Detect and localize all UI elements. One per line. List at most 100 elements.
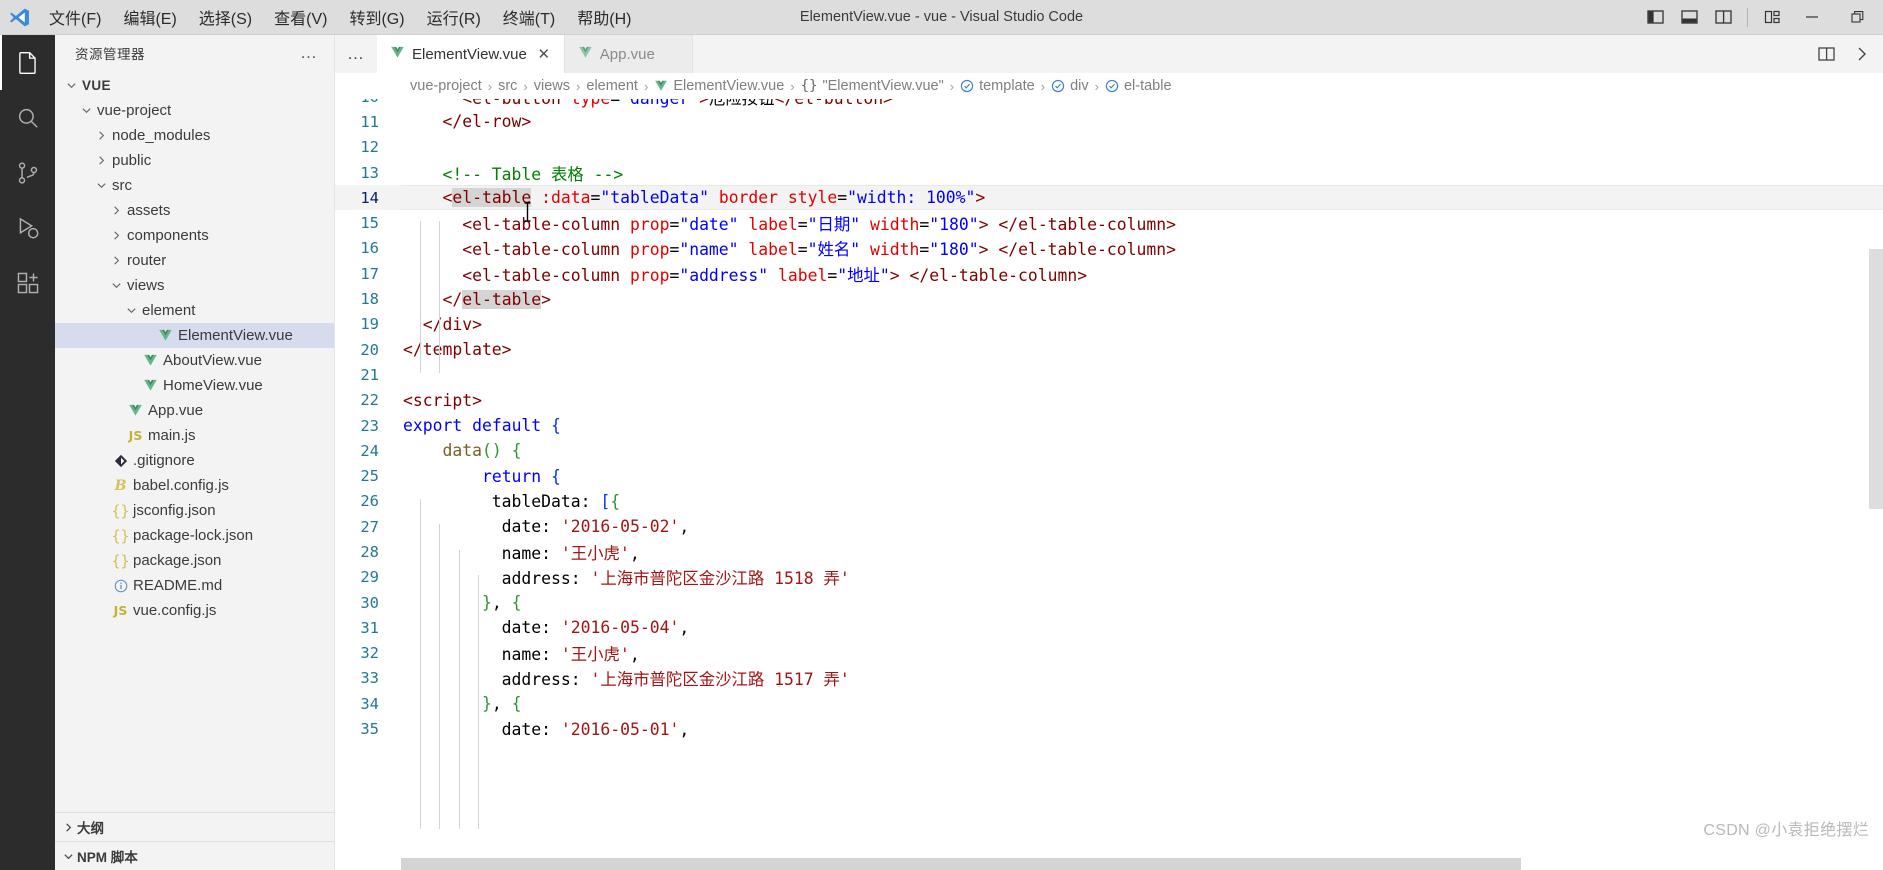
tree-item-vue-project[interactable]: vue-project (55, 98, 334, 123)
tree-item-package-json[interactable]: {} package.json (55, 548, 334, 573)
tree-item-public[interactable]: public (55, 148, 334, 173)
menu-go[interactable]: 转到(G) (338, 4, 415, 31)
code-line[interactable]: 28 name: '王小虎', (335, 539, 1883, 564)
code-line[interactable]: 23 export default { (335, 413, 1883, 438)
code-line[interactable]: 21 (335, 362, 1883, 387)
editor-more-actions-icon[interactable] (1847, 35, 1877, 73)
tree-item-babel-config-js[interactable]: Bbabel.config.js (55, 473, 334, 498)
tree-item-element[interactable]: element (55, 298, 334, 323)
chevron-right-icon (108, 255, 125, 266)
chevron-right-icon (108, 205, 125, 216)
code-line[interactable]: 27 date: '2016-05-02', (335, 514, 1883, 539)
breadcrumb-item-src[interactable]: src (496, 78, 519, 94)
menu-edit[interactable]: 编辑(E) (112, 4, 187, 31)
menu-selection[interactable]: 选择(S) (188, 4, 263, 31)
tree-item-components[interactable]: components (55, 223, 334, 248)
breadcrumb[interactable]: vue-project › src › views › element › ElementVie… (335, 73, 1883, 99)
customize-layout-icon[interactable] (1755, 0, 1789, 35)
tab-element-view-vue[interactable]: ElementView.vue ✕ (377, 35, 565, 73)
tree-item-views[interactable]: views (55, 273, 334, 298)
scrollbar-thumb[interactable] (1869, 249, 1883, 509)
code-line[interactable]: 33 address: '上海市普陀区金沙江路 1517 弄' (335, 666, 1883, 691)
code-line[interactable]: 34 }, { (335, 691, 1883, 716)
code-line[interactable]: 25 return { (335, 463, 1883, 488)
code-line-text: <el-table-column prop="name" label="姓名" … (403, 240, 1176, 260)
tree-item-vue[interactable]: VUE (55, 73, 334, 98)
line-number: 17 (360, 264, 379, 283)
tree-item-aboutview-vue[interactable]: AboutView.vue (55, 348, 334, 373)
code-line[interactable]: 26 tableData: [{ (335, 489, 1883, 514)
code-line[interactable]: 32 name: '王小虎', (335, 641, 1883, 666)
breadcrumb-item-template[interactable]: template (958, 78, 1037, 94)
breadcrumb-item-el-table[interactable]: el-table (1103, 78, 1174, 94)
code-line[interactable]: 19 </div> (335, 312, 1883, 337)
code-line[interactable]: 20 </template> (335, 337, 1883, 362)
minimize-button[interactable] (1789, 0, 1835, 35)
toggle-panel-icon[interactable] (1672, 0, 1706, 35)
code-line[interactable]: 22 <script> (335, 388, 1883, 413)
code-line[interactable]: 13 <!-- Table 表格 --> (335, 160, 1883, 185)
tab-app-vue[interactable]: App.vue ✕ (564, 35, 693, 73)
breadcrumb-item-elementview-vue[interactable]: ElementView.vue (652, 78, 786, 94)
activity-search[interactable] (0, 90, 55, 145)
tree-item-elementview-vue[interactable]: ElementView.vue (55, 323, 334, 348)
split-editor-icon[interactable] (1811, 35, 1841, 73)
activity-extensions[interactable] (0, 255, 55, 310)
scrollbar-thumb[interactable] (401, 858, 1521, 870)
tree-item-readme-md[interactable]: README.md (55, 573, 334, 598)
code-editor[interactable]: 10 <el-button type="danger">危险按钮</el-but… (335, 99, 1883, 858)
tab-close-icon[interactable]: ✕ (534, 45, 554, 63)
tree-item-main-js[interactable]: JS main.js (55, 423, 334, 448)
explorer-more-actions-icon[interactable]: … (300, 43, 326, 63)
tree-item-gitignore[interactable]: .gitignore (55, 448, 334, 473)
sidebar-section-outline[interactable]: 大纲 (55, 812, 334, 841)
code-line[interactable]: 17 <el-table-column prop="address" label… (335, 261, 1883, 286)
tree-item-label: src (112, 177, 132, 194)
code-line[interactable]: 35 date: '2016-05-01', (335, 716, 1883, 741)
activity-source-control[interactable] (0, 145, 55, 200)
tree-item-package-lock-json[interactable]: {} package-lock.json (55, 523, 334, 548)
file-tree[interactable]: VUE vue-project node_modules public src asset… (55, 71, 334, 812)
menu-help[interactable]: 帮助(H) (566, 4, 642, 31)
code-line[interactable]: 16 <el-table-column prop="name" label="姓… (335, 236, 1883, 261)
tree-item-assets[interactable]: assets (55, 198, 334, 223)
tabs-overflow-icon[interactable]: … (335, 35, 377, 73)
tree-item-jsconfig-json[interactable]: {} jsconfig.json (55, 498, 334, 523)
breadcrumb-item-div[interactable]: div (1049, 78, 1091, 94)
menu-terminal[interactable]: 终端(T) (492, 4, 566, 31)
code-line[interactable]: 30 }, { (335, 590, 1883, 615)
breadcrumb-item-elementview-vue[interactable]: {} "ElementView.vue" (799, 78, 946, 94)
activity-explorer[interactable] (0, 35, 55, 90)
code-line[interactable]: 10 <el-button type="danger">危险按钮</el-but… (335, 99, 1883, 109)
code-line[interactable]: 18 </el-table> (335, 286, 1883, 311)
tree-item-app-vue[interactable]: App.vue (55, 398, 334, 423)
tree-item-node-modules[interactable]: node_modules (55, 123, 334, 148)
tree-item-homeview-vue[interactable]: HomeView.vue (55, 373, 334, 398)
toggle-secondary-sidebar-icon[interactable] (1706, 0, 1740, 35)
breadcrumb-item-views[interactable]: views (532, 78, 572, 94)
menu-run[interactable]: 运行(R) (416, 4, 492, 31)
restore-button[interactable] (1835, 0, 1881, 35)
toggle-primary-sidebar-icon[interactable] (1638, 0, 1672, 35)
tree-item-vue-config-js[interactable]: JS vue.config.js (55, 598, 334, 623)
menu-file[interactable]: 文件(F) (38, 4, 112, 31)
breadcrumb-item-vue-project[interactable]: vue-project (408, 78, 484, 94)
code-line[interactable]: 15 <el-table-column prop="date" label="日… (335, 210, 1883, 235)
breadcrumb-item-element[interactable]: element (584, 78, 640, 94)
tree-item-router[interactable]: router (55, 248, 334, 273)
menu-view[interactable]: 查看(V) (263, 4, 338, 31)
code-line[interactable]: 12 (335, 135, 1883, 160)
code-line[interactable]: 24 data() { (335, 438, 1883, 463)
editor-vertical-scrollbar[interactable] (1869, 99, 1883, 858)
activity-run-and-debug[interactable] (0, 200, 55, 255)
sidebar-section-npm-scripts[interactable]: NPM 脚本 (55, 841, 334, 870)
code-line[interactable]: 31 date: '2016-05-04', (335, 615, 1883, 640)
code-line[interactable]: 29 address: '上海市普陀区金沙江路 1518 弄' (335, 565, 1883, 590)
line-number: 34 (360, 694, 379, 713)
tree-item-src[interactable]: src (55, 173, 334, 198)
code-line[interactable]: 11 </el-row> (335, 109, 1883, 134)
code-line[interactable]: 14 <el-table :data="tableData" border st… (335, 185, 1883, 211)
editor-horizontal-scrollbar[interactable] (335, 858, 1883, 870)
breadcrumb-label: element (586, 78, 638, 94)
breadcrumb-label: template (979, 78, 1035, 94)
